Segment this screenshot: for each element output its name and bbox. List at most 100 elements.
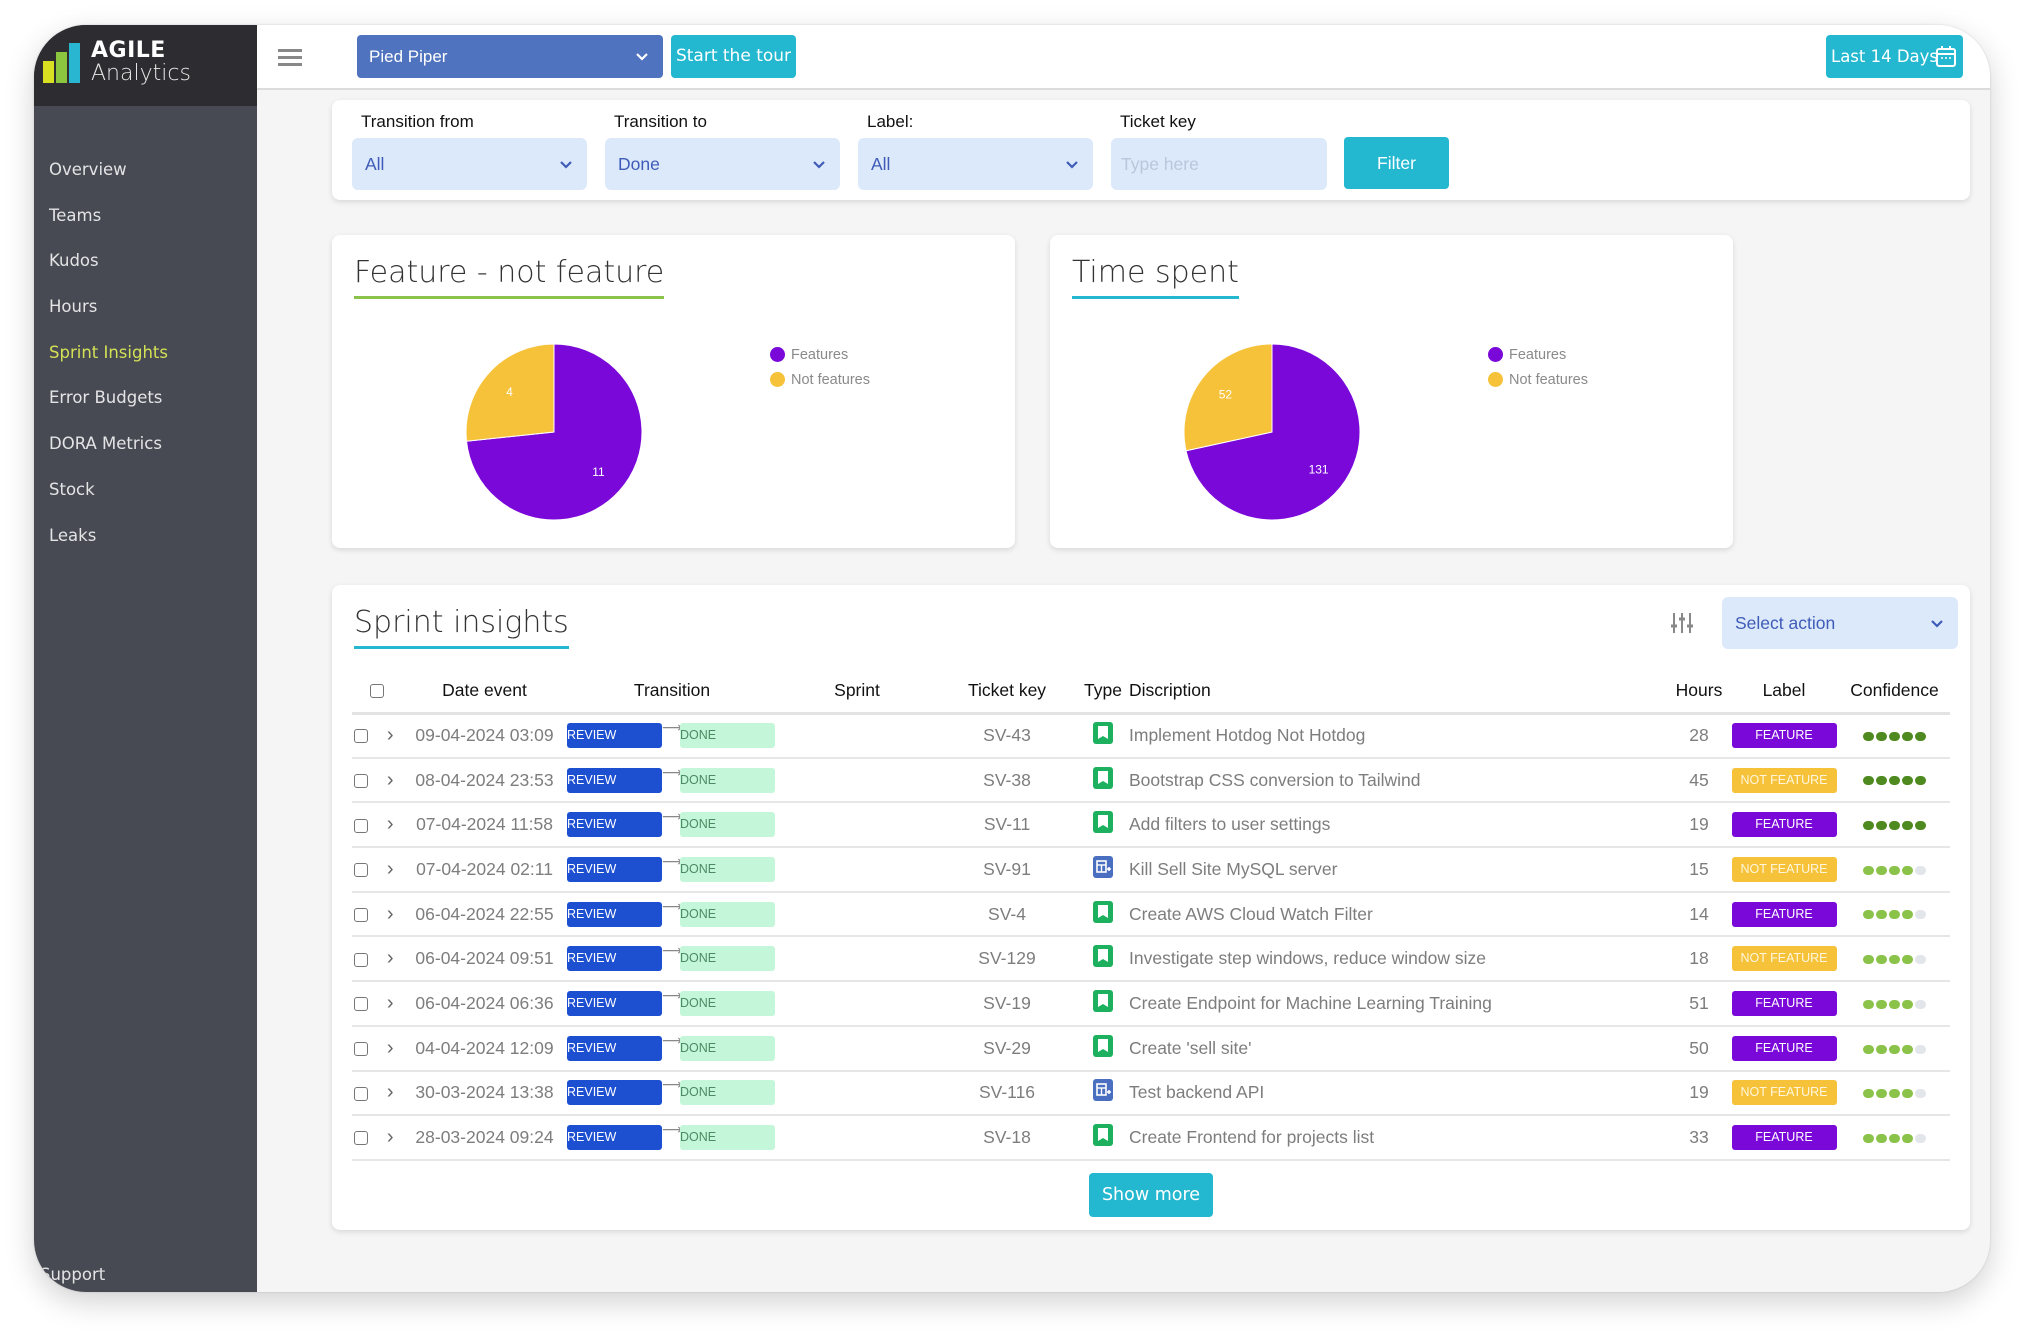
table-row[interactable]: › 07-04-2024 02:11 REVIEW ⟶DONE SV-91 Kill Se… <box>352 847 1950 893</box>
legend-item[interactable]: Features <box>770 342 870 367</box>
sidebar-item-sprint-insights[interactable]: Sprint Insights <box>34 343 257 389</box>
transition-from-select[interactable]: All <box>352 138 587 190</box>
show-more-button[interactable]: Show more <box>1089 1173 1213 1217</box>
label-badge[interactable]: NOT FEATURE <box>1731 946 1837 972</box>
ticket-key-cell[interactable]: SV-129 <box>937 936 1077 983</box>
row-checkbox[interactable] <box>354 997 368 1012</box>
label-badge[interactable]: NOT FEATURE <box>1731 767 1837 793</box>
expand-row-icon[interactable]: › <box>387 1037 394 1060</box>
table-row[interactable]: › 06-04-2024 09:51 REVIEW ⟶DONE SV-129 Invest… <box>352 936 1950 983</box>
ticket-key-cell[interactable]: SV-19 <box>937 981 1077 1027</box>
row-checkbox[interactable] <box>354 952 368 967</box>
column-header[interactable]: Label <box>1729 669 1839 715</box>
label-badge[interactable]: FEATURE <box>1731 1035 1837 1061</box>
logo-bars-icon <box>43 43 83 83</box>
table-row[interactable]: › 06-04-2024 22:55 REVIEW ⟶DONE SV-4 Create A… <box>352 891 1950 938</box>
table-row[interactable]: › 30-03-2024 13:38 REVIEW ⟶DONE SV-116 Test b… <box>352 1070 1950 1117</box>
sprint-cell <box>777 847 937 893</box>
row-checkbox[interactable] <box>354 907 368 922</box>
label-badge[interactable]: FEATURE <box>1731 990 1837 1016</box>
expand-row-icon[interactable]: › <box>387 992 394 1015</box>
select-action-dropdown[interactable]: Select action <box>1722 597 1958 649</box>
legend-item[interactable]: Not features <box>1488 367 1588 392</box>
logo[interactable]: AGILE Analytics <box>34 25 257 106</box>
app-window: AGILE Analytics Overview Teams Kudos Hours S… <box>34 25 1990 1292</box>
column-header[interactable]: Discription <box>1129 669 1669 715</box>
confidence-indicator <box>1863 1044 1926 1054</box>
column-header[interactable]: Ticket key <box>937 669 1077 715</box>
row-checkbox[interactable] <box>354 1086 368 1101</box>
table-row[interactable]: › 06-04-2024 06:36 REVIEW ⟶DONE SV-19 Create … <box>352 981 1950 1027</box>
column-header[interactable]: Type <box>1077 669 1129 715</box>
ticket-key-cell[interactable]: SV-18 <box>937 1115 1077 1161</box>
sidebar-item-kudos[interactable]: Kudos <box>34 251 257 297</box>
ticket-key-cell[interactable]: SV-11 <box>937 802 1077 849</box>
legend-item[interactable]: Not features <box>770 367 870 392</box>
label-badge[interactable]: FEATURE <box>1731 901 1837 927</box>
label-filter-label: Label: <box>867 112 914 131</box>
sidebar-item-stock[interactable]: Stock <box>34 480 257 526</box>
legend-item[interactable]: Features <box>1488 342 1588 367</box>
ticket-key-cell[interactable]: SV-4 <box>937 891 1077 938</box>
row-checkbox[interactable] <box>354 729 368 744</box>
transition-cell: REVIEW ⟶DONE <box>567 936 777 983</box>
column-header[interactable]: Confidence <box>1839 669 1950 715</box>
sidebar-item-dora-metrics[interactable]: DORA Metrics <box>34 434 257 480</box>
expand-row-icon[interactable]: › <box>387 813 394 836</box>
ticket-key-input[interactable] <box>1111 138 1327 190</box>
label-badge[interactable]: NOT FEATURE <box>1731 1080 1837 1106</box>
label-filter-select[interactable]: All <box>858 138 1093 190</box>
expand-row-icon[interactable]: › <box>387 769 394 792</box>
sidebar-item-support[interactable]: Support <box>40 1265 105 1284</box>
transition-to-select[interactable]: Done <box>605 138 840 190</box>
sidebar-item-overview[interactable]: Overview <box>34 160 257 206</box>
expand-row-icon[interactable]: › <box>387 1126 394 1149</box>
confidence-dot <box>1863 821 1874 831</box>
label-badge[interactable]: FEATURE <box>1731 812 1837 838</box>
column-header[interactable]: Sprint <box>777 669 937 715</box>
organization-select[interactable]: Pied Piper <box>357 35 663 78</box>
row-select-cell: › <box>352 847 402 893</box>
label-badge[interactable]: FEATURE <box>1731 1125 1837 1151</box>
hamburger-icon[interactable] <box>278 49 302 66</box>
row-checkbox[interactable] <box>354 1042 368 1057</box>
expand-row-icon[interactable]: › <box>387 1081 394 1104</box>
confidence-dot <box>1915 865 1926 875</box>
sidebar-item-error-budgets[interactable]: Error Budgets <box>34 388 257 434</box>
date-range-button[interactable]: Last 14 Days <box>1826 35 1963 78</box>
confidence-cell <box>1839 1070 1950 1117</box>
label-badge[interactable]: FEATURE <box>1731 723 1837 749</box>
column-header[interactable]: Date event <box>402 669 567 715</box>
start-tour-button[interactable]: Start the tour <box>671 35 796 78</box>
legend-label: Features <box>1509 346 1567 363</box>
ticket-key-cell[interactable]: SV-116 <box>937 1070 1077 1117</box>
column-header[interactable]: Transition <box>567 669 777 715</box>
date-event-cell: 08-04-2024 23:53 <box>402 757 567 804</box>
sidebar-item-teams[interactable]: Teams <box>34 206 257 252</box>
table-row[interactable]: › 08-04-2024 23:53 REVIEW ⟶DONE SV-38 Bootstr… <box>352 757 1950 804</box>
sidebar-item-leaks[interactable]: Leaks <box>34 526 257 572</box>
row-checkbox[interactable] <box>354 1131 368 1146</box>
table-row[interactable]: › 28-03-2024 09:24 REVIEW ⟶DONE SV-18 Create … <box>352 1115 1950 1161</box>
table-row[interactable]: › 04-04-2024 12:09 REVIEW ⟶DONE SV-29 Create … <box>352 1025 1950 1072</box>
label-badge[interactable]: NOT FEATURE <box>1731 856 1837 882</box>
ticket-key-cell[interactable]: SV-43 <box>937 713 1077 759</box>
ticket-key-cell[interactable]: SV-91 <box>937 847 1077 893</box>
ticket-key-cell[interactable]: SV-38 <box>937 757 1077 804</box>
row-checkbox[interactable] <box>354 818 368 833</box>
table-row[interactable]: › 09-04-2024 03:09 REVIEW ⟶DONE SV-43 Impleme… <box>352 713 1950 759</box>
row-select-cell: › <box>352 891 402 938</box>
select-all-checkbox[interactable] <box>370 684 384 699</box>
column-settings-icon[interactable] <box>1670 612 1694 639</box>
expand-row-icon[interactable]: › <box>387 947 394 970</box>
expand-row-icon[interactable]: › <box>387 724 394 747</box>
sidebar-item-hours[interactable]: Hours <box>34 297 257 343</box>
row-checkbox[interactable] <box>354 863 368 878</box>
ticket-key-cell[interactable]: SV-29 <box>937 1025 1077 1072</box>
expand-row-icon[interactable]: › <box>387 858 394 881</box>
row-checkbox[interactable] <box>354 773 368 788</box>
column-header[interactable]: Hours <box>1669 669 1729 715</box>
expand-row-icon[interactable]: › <box>387 903 394 926</box>
filter-button[interactable]: Filter <box>1344 137 1449 189</box>
table-row[interactable]: › 07-04-2024 11:58 REVIEW ⟶DONE SV-11 Add fil… <box>352 802 1950 849</box>
